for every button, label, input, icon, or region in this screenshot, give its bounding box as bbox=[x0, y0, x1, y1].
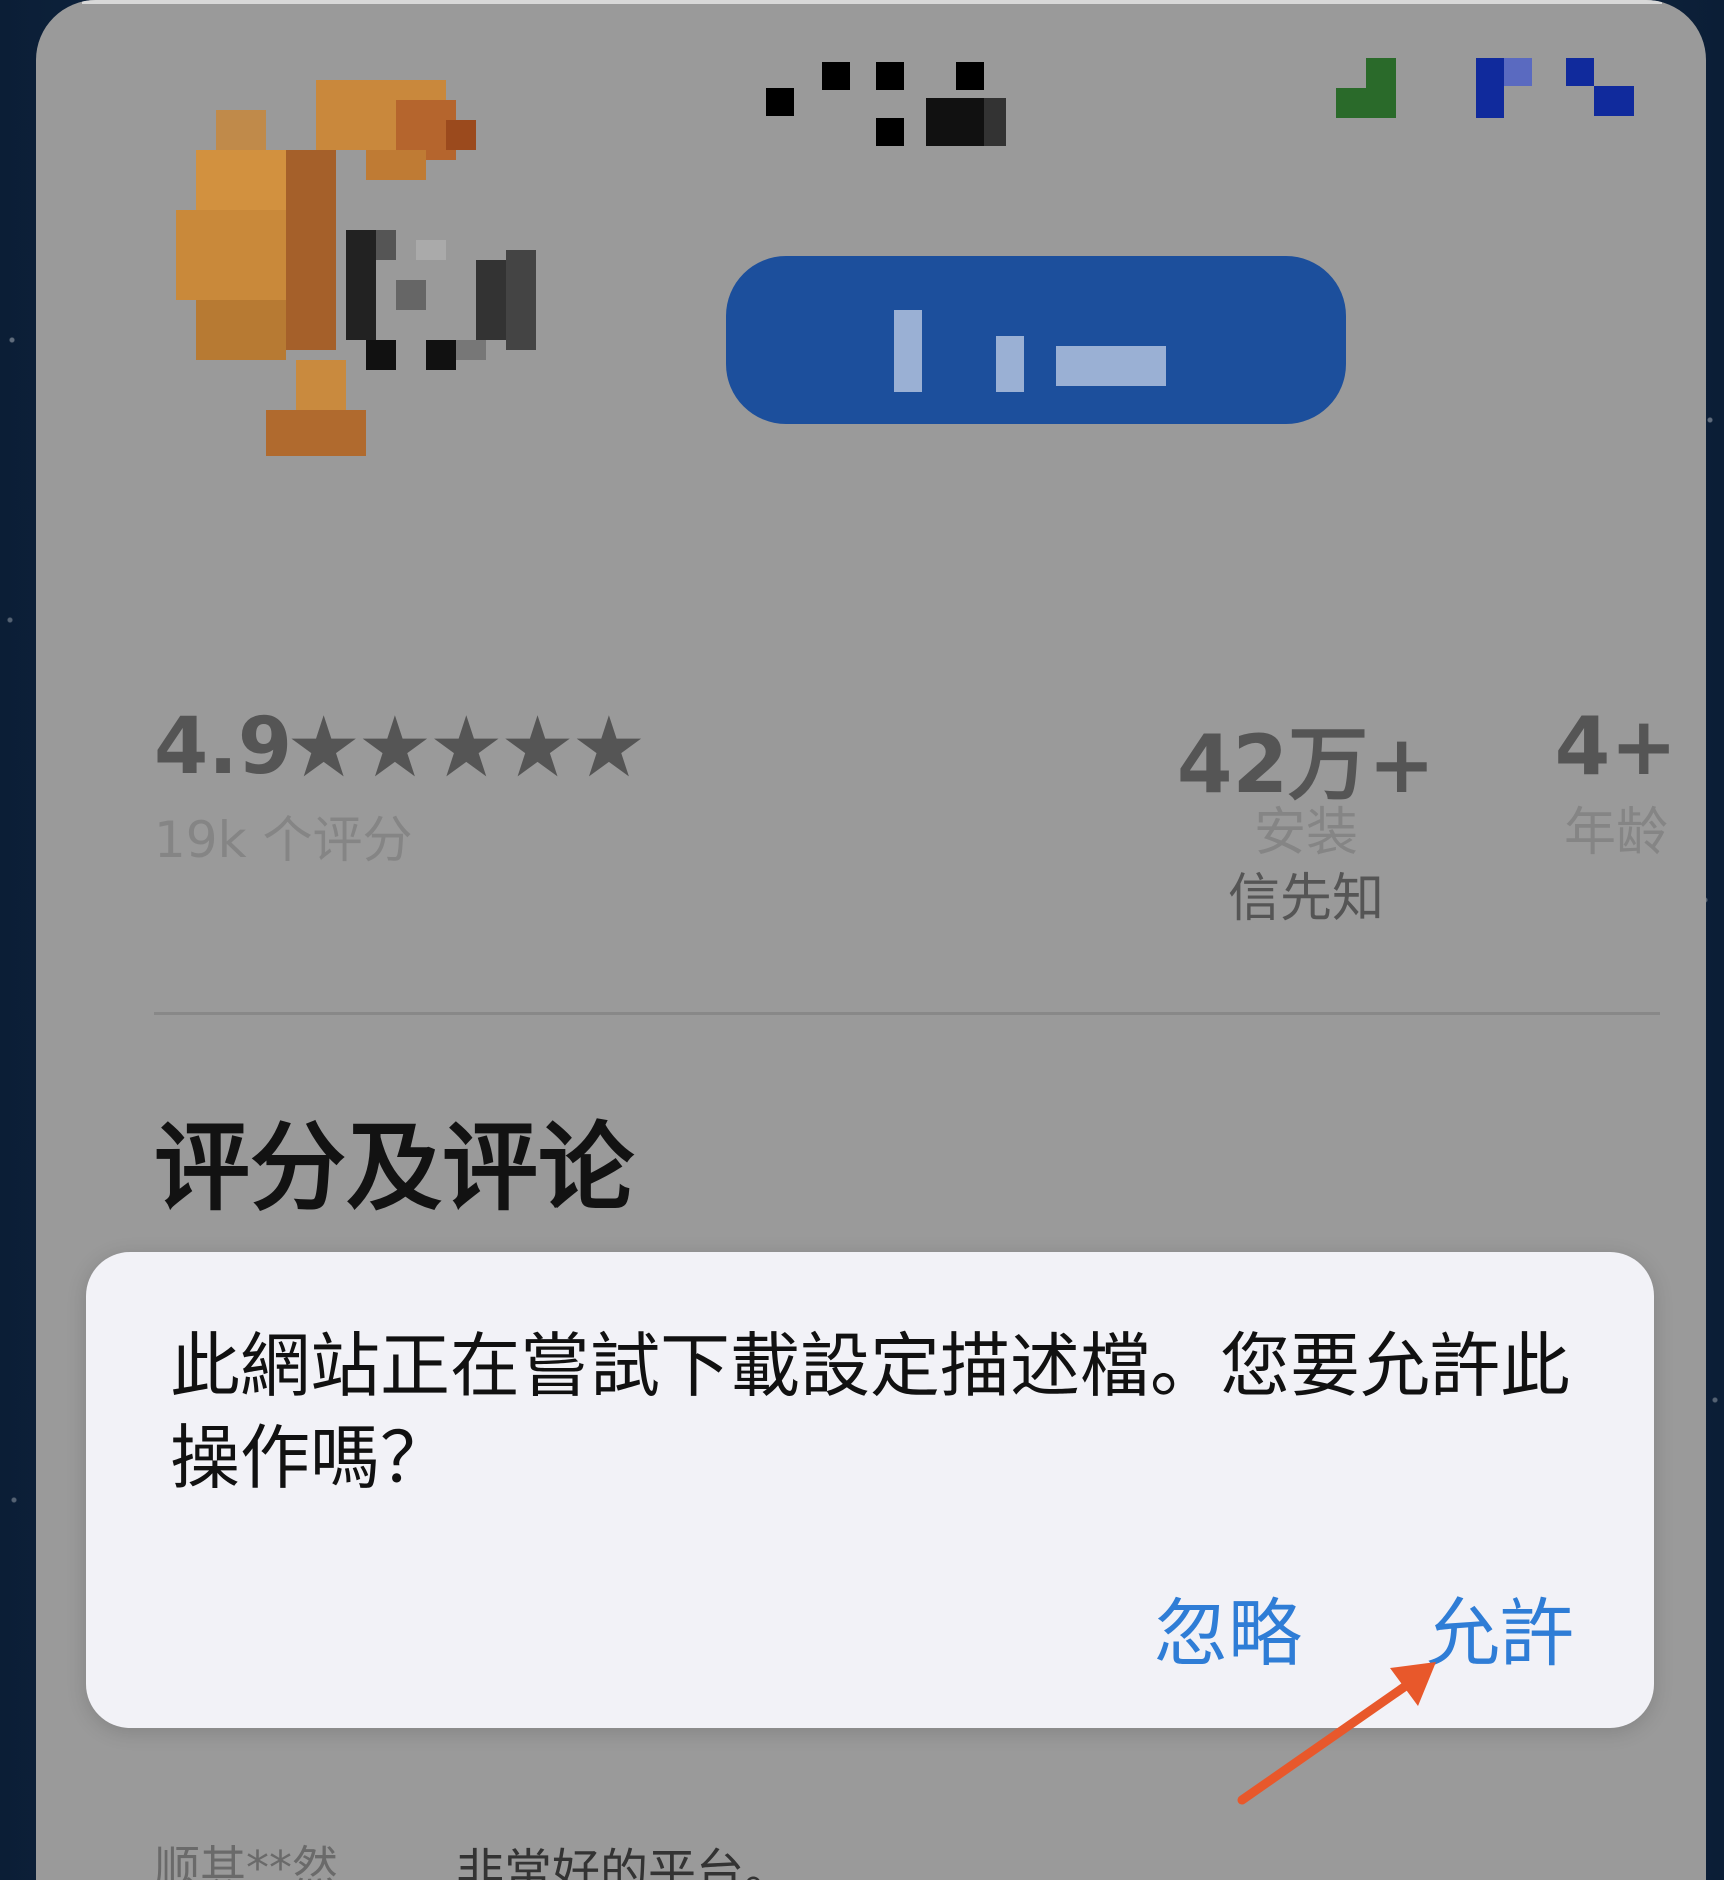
review-text: 非常好的平台。 bbox=[456, 1844, 793, 1880]
get-button-pixel bbox=[894, 310, 922, 392]
app-name-pixelated bbox=[766, 62, 1006, 146]
installs-label: 安装 bbox=[1253, 803, 1358, 863]
get-button-pixel bbox=[1056, 346, 1166, 386]
rating-stars: ★★★★★ bbox=[286, 698, 647, 796]
review-author: 顺其**然 bbox=[154, 1841, 338, 1880]
rating-count: 19k 个评分 bbox=[154, 811, 413, 869]
app-icon bbox=[176, 80, 536, 456]
age-rating-label: 年龄 bbox=[1563, 803, 1668, 863]
get-button[interactable] bbox=[726, 256, 1346, 424]
rating-value: 4.9 bbox=[154, 702, 293, 792]
pixelated-corner-graphic bbox=[1336, 58, 1634, 118]
arrow-icon bbox=[1237, 1662, 1436, 1805]
divider bbox=[154, 1012, 1660, 1015]
alert-message: 此網站正在嘗試下載設定描述檔。您要允許此操作嗎？ bbox=[170, 1325, 1570, 1499]
developer-name: 信先知 bbox=[1227, 869, 1384, 929]
ratings-reviews-heading: 评分及评论 bbox=[154, 1112, 634, 1224]
age-rating-value: 4+ bbox=[1554, 700, 1678, 793]
get-button-pixel bbox=[996, 336, 1024, 392]
top-edge bbox=[82, 0, 1662, 4]
